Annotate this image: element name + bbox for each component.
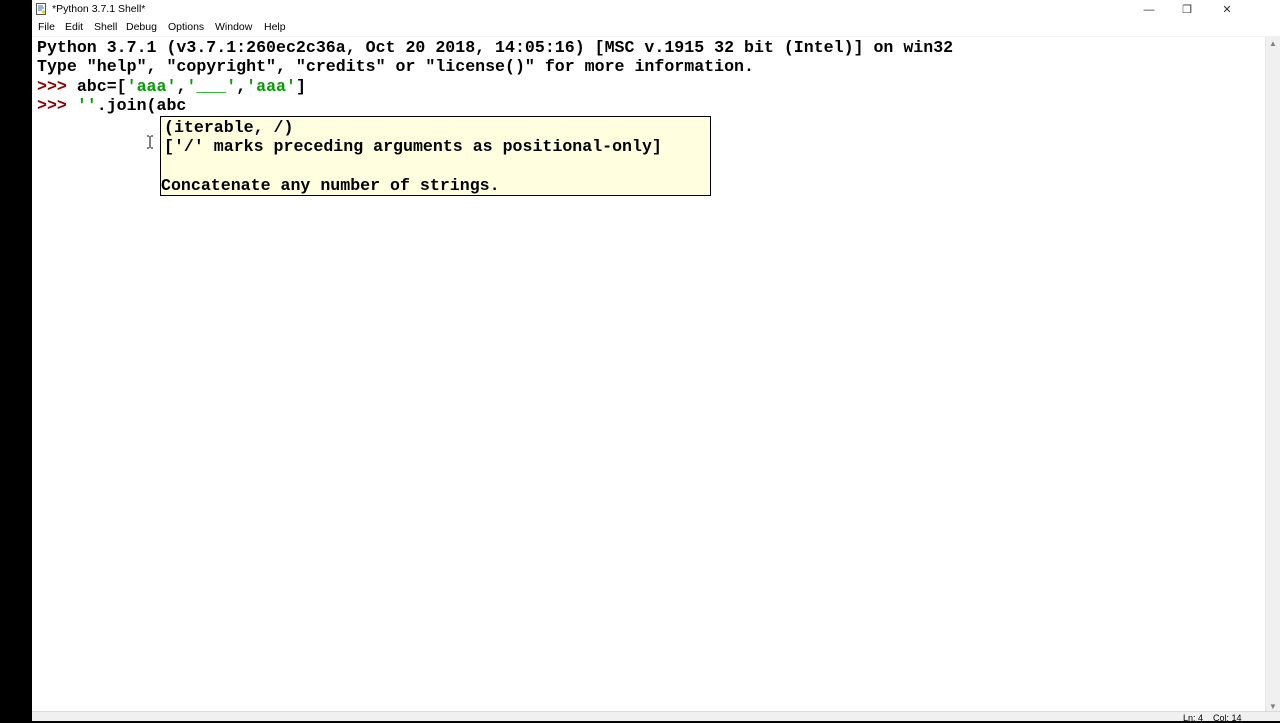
calltip-signature: (iterable, /) — [164, 118, 294, 137]
string-literal: 'aaa' — [126, 77, 177, 96]
menu-window[interactable]: Window — [215, 21, 252, 33]
input-line-1: >>> abc=['aaa','___','aaa'] — [37, 77, 306, 97]
close-button[interactable]: ✕ — [1208, 0, 1246, 19]
minimize-button[interactable]: — — [1130, 0, 1168, 19]
calltip-doc: Concatenate any number of strings. — [161, 176, 500, 195]
input-line-2: >>> ''.join(abc — [37, 96, 186, 116]
title-bar: *Python 3.7.1 Shell* — ❐ ✕ — [32, 0, 1280, 19]
code-text: , — [236, 77, 247, 96]
menu-file[interactable]: File — [38, 21, 55, 33]
banner-line-2: Type "help", "copyright", "credits" or "… — [37, 57, 754, 76]
maximize-button[interactable]: ❐ — [1168, 0, 1206, 19]
code-text: .join(abc — [96, 96, 187, 115]
vertical-scrollbar[interactable]: ▲ ▼ — [1265, 37, 1280, 711]
string-literal: 'aaa' — [246, 77, 296, 96]
text-cursor-icon — [147, 135, 153, 149]
python-file-icon — [36, 3, 46, 15]
menu-help[interactable]: Help — [264, 21, 286, 33]
menu-options[interactable]: Options — [168, 21, 204, 33]
close-icon: ✕ — [1222, 4, 1232, 16]
idle-shell-window: *Python 3.7.1 Shell* — ❐ ✕ File Edit She… — [32, 0, 1280, 723]
menu-edit[interactable]: Edit — [65, 21, 83, 33]
status-col: Col: 14 — [1213, 713, 1242, 723]
code-text: ] — [295, 77, 306, 96]
scroll-up-icon[interactable]: ▲ — [1269, 39, 1277, 48]
menu-bar: File Edit Shell Debug Options Window Hel… — [32, 19, 1280, 37]
calltip-tooltip: (iterable, /) ['/' marks preceding argum… — [160, 116, 711, 196]
restore-icon: ❐ — [1182, 4, 1192, 16]
string-literal: '___' — [186, 77, 237, 96]
scroll-down-icon[interactable]: ▼ — [1269, 702, 1277, 711]
code-text: , — [176, 77, 187, 96]
minimize-icon: — — [1143, 3, 1155, 16]
shell-text-area[interactable]: Python 3.7.1 (v3.7.1:260ec2c36a, Oct 20 … — [32, 37, 1235, 711]
code-text: abc=[ — [76, 77, 127, 96]
menu-shell[interactable]: Shell — [94, 21, 117, 33]
prompt: >>> — [37, 96, 67, 115]
window-title: *Python 3.7.1 Shell* — [52, 3, 146, 15]
string-literal: '' — [76, 96, 97, 115]
status-line: Ln: 4 — [1183, 713, 1204, 723]
prompt: >>> — [37, 77, 67, 96]
menu-debug[interactable]: Debug — [126, 21, 157, 33]
banner-line-1: Python 3.7.1 (v3.7.1:260ec2c36a, Oct 20 … — [37, 38, 954, 57]
calltip-note: ['/' marks preceding arguments as positi… — [164, 137, 662, 156]
